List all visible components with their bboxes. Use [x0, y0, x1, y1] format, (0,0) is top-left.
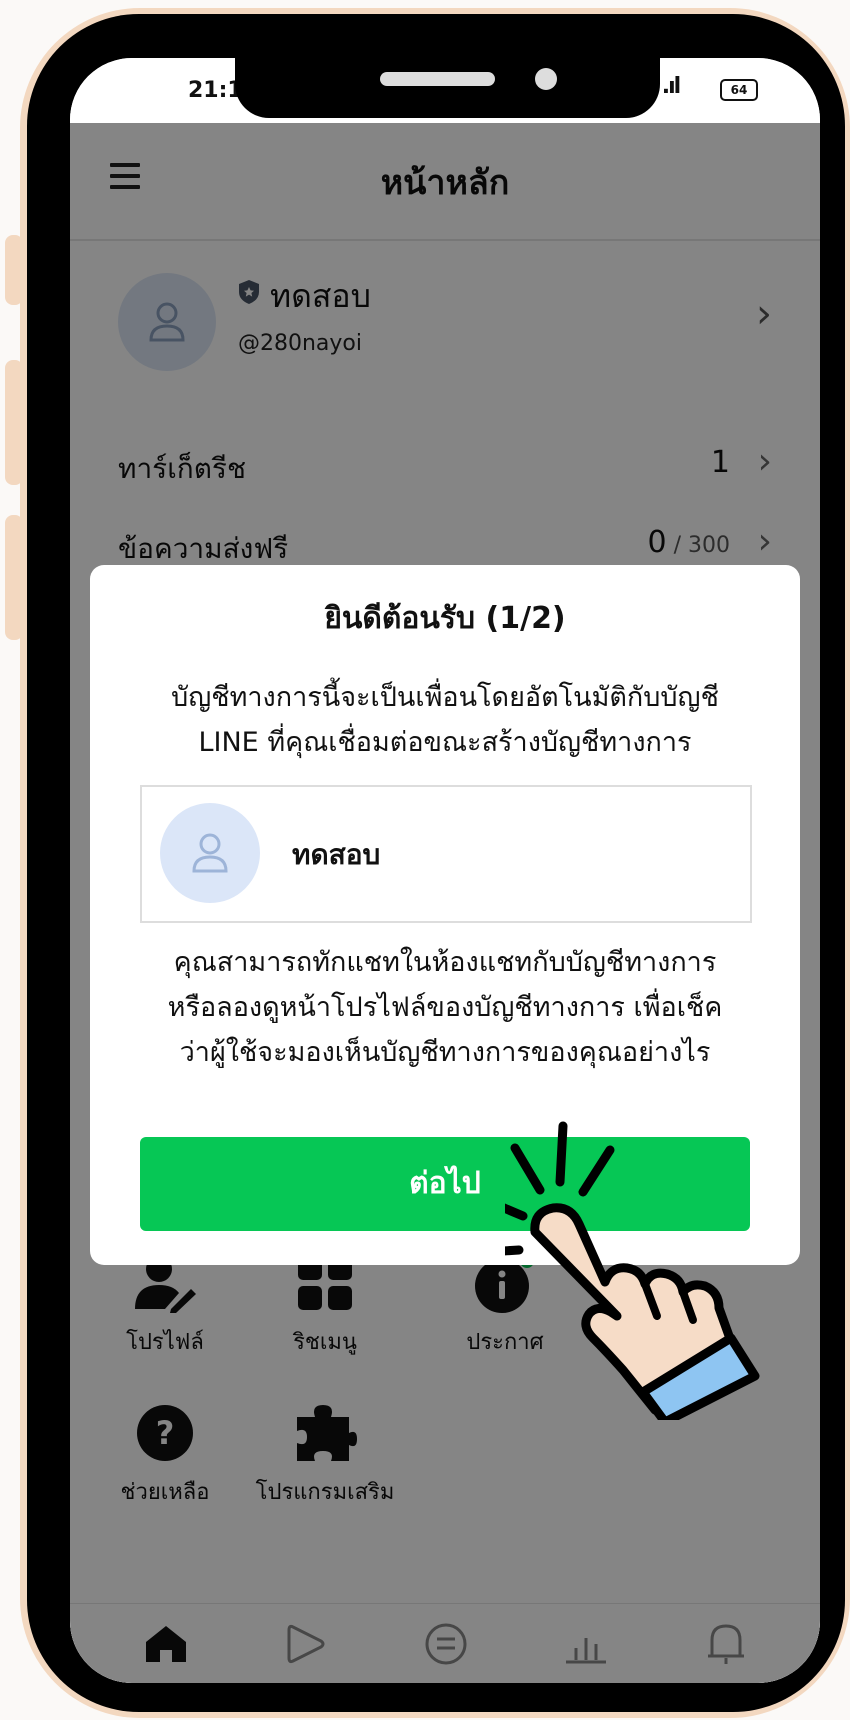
avatar [160, 803, 260, 903]
phone-notch [235, 58, 660, 118]
dialog-body-line: ว่าผู้ใช้จะมองเห็นบัญชีทางการของคุณอย่าง… [179, 1037, 711, 1068]
tap-hand-icon [505, 1121, 760, 1420]
dialog-title: ยินดีต้อนรับ (1/2) [324, 601, 566, 636]
side-button [5, 360, 23, 485]
dialog-intro-line: LINE ที่คุณเชื่อมต่อขณะสร้างบัญชีทางการ [198, 727, 692, 758]
dialog-intro-line: บัญชีทางการนี้จะเป็นเพื่อนโดยอัตโนมัติกั… [171, 682, 719, 713]
dialog-body-line: คุณสามารถทักแชทในห้องแชทกับบัญชีทางการ [173, 947, 717, 978]
dialog-body-line: หรือลองดูหน้าโปรไฟล์ของบัญชีทางการ เพื่อ… [167, 992, 723, 1023]
side-button [5, 515, 23, 640]
dialog-intro: บัญชีทางการนี้จะเป็นเพื่อนโดยอัตโนมัติกั… [110, 675, 780, 765]
dialog-body: คุณสามารถทักแชทในห้องแชทกับบัญชีทางการ ห… [110, 940, 780, 1075]
side-button [5, 235, 23, 305]
battery-icon: 64 [720, 79, 758, 101]
user-icon [192, 833, 228, 873]
account-name: ทดสอบ [292, 838, 381, 871]
camera-dot [535, 68, 557, 90]
account-card: ทดสอบ [140, 785, 752, 923]
speaker-grille [380, 72, 495, 86]
